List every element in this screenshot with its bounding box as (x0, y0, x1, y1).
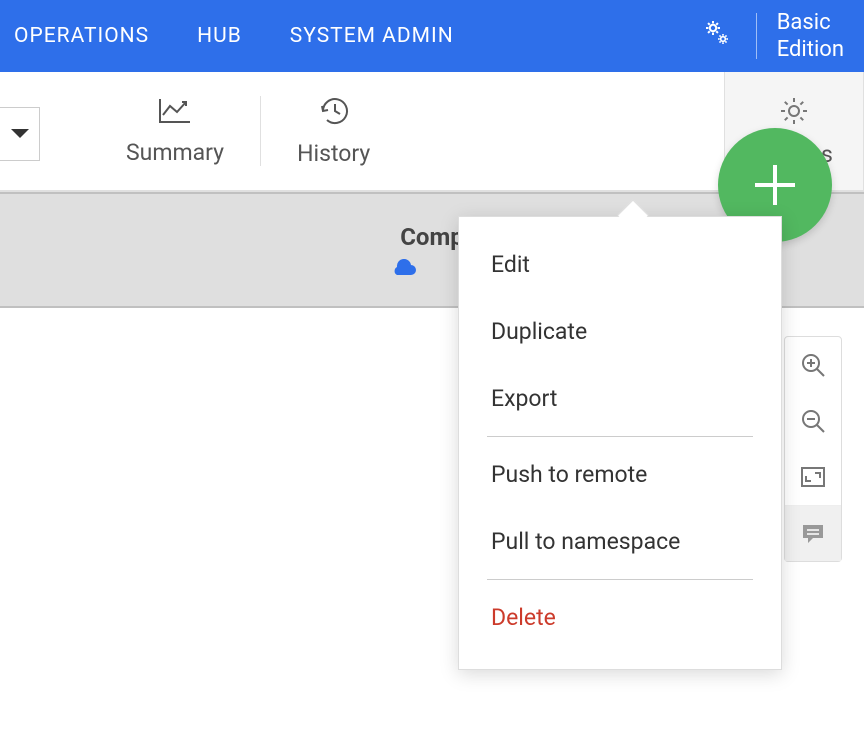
plus-icon (749, 159, 801, 211)
zoom-in-icon (800, 352, 826, 378)
zoom-toolbar (784, 336, 842, 562)
toolbar-dropdown[interactable] (0, 107, 40, 161)
nav-hub[interactable]: HUB (197, 24, 242, 48)
cloud-icon (390, 259, 418, 281)
tab-summary[interactable]: Summary (90, 72, 260, 190)
chevron-down-icon (10, 127, 30, 141)
nav-operations[interactable]: OPERATIONS (14, 24, 149, 48)
menu-divider (487, 579, 753, 580)
top-header: OPERATIONS HUB SYSTEM ADMIN Basic (0, 0, 864, 72)
tab-history-label: History (297, 140, 370, 167)
chart-icon (158, 97, 192, 129)
nav-system-admin[interactable]: SYSTEM ADMIN (290, 24, 454, 48)
menu-item-push-to-remote[interactable]: Push to remote (459, 441, 781, 508)
fit-screen-button[interactable] (785, 449, 841, 505)
tab-history[interactable]: History (261, 72, 406, 190)
zoom-out-button[interactable] (785, 393, 841, 449)
menu-item-duplicate[interactable]: Duplicate (459, 298, 781, 365)
tab-summary-label: Summary (126, 139, 224, 166)
comment-icon (801, 523, 825, 545)
zoom-out-icon (800, 408, 826, 434)
menu-item-edit[interactable]: Edit (459, 231, 781, 298)
comment-button[interactable] (785, 505, 841, 561)
cogs-icon[interactable] (696, 14, 736, 58)
zoom-in-button[interactable] (785, 337, 841, 393)
history-icon (317, 96, 351, 130)
edition-label: Basic Edition (777, 9, 864, 64)
fit-screen-icon (801, 467, 825, 487)
menu-item-export[interactable]: Export (459, 365, 781, 432)
context-title: Comp (400, 223, 464, 251)
menu-item-pull-to-namespace[interactable]: Pull to namespace (459, 508, 781, 575)
actions-menu: Edit Duplicate Export Push to remote Pul… (458, 216, 782, 670)
header-right: Basic Edition (696, 0, 864, 72)
menu-divider (487, 436, 753, 437)
gear-icon (778, 95, 810, 131)
menu-item-delete[interactable]: Delete (459, 584, 781, 651)
header-divider (756, 13, 757, 59)
